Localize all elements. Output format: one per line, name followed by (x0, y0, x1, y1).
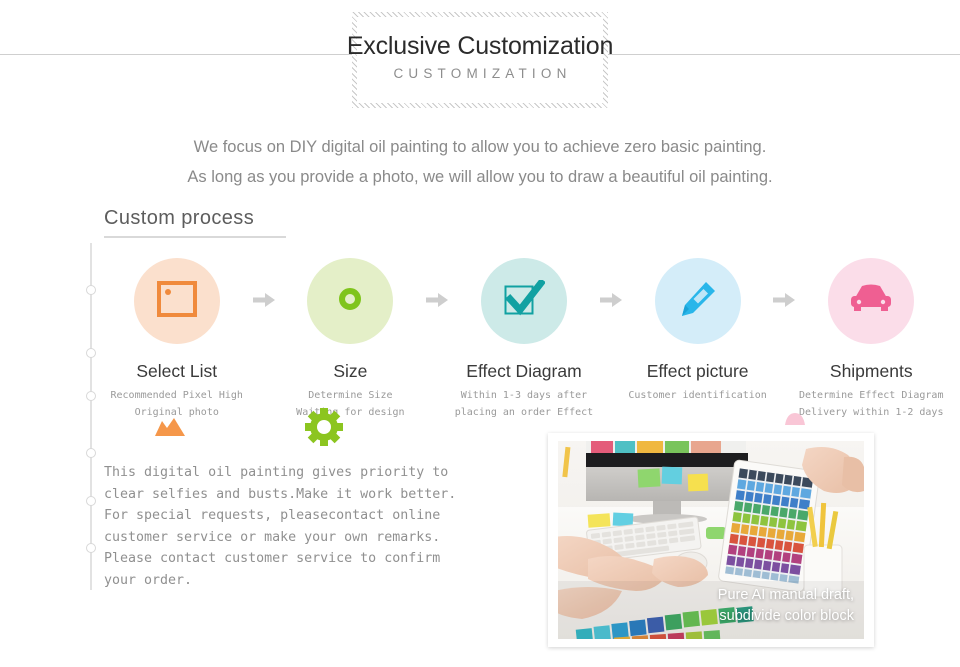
step-icon-circle (828, 258, 915, 344)
arrow-right-icon (423, 258, 451, 308)
car-icon (849, 284, 893, 319)
timeline-dot (86, 348, 96, 358)
body-line-2: clear selfies and busts.Make it work bet… (104, 486, 457, 502)
section-heading-underline (104, 236, 286, 238)
section-heading-label: Custom process (104, 207, 255, 229)
process-timeline-line (86, 243, 96, 590)
photo-card: Pure AI manual draft, subdivide color bl… (548, 433, 874, 647)
gear-decoration-icon (305, 408, 343, 451)
banner-rule-left (0, 54, 352, 55)
mountain-decoration-icon (155, 418, 185, 441)
process-step-effect-diagram: Effect Diagram Within 1-3 days after pla… (451, 258, 596, 421)
timeline-dot (86, 391, 96, 401)
body-line-4: customer service or make your own remark… (104, 529, 441, 545)
banner-rule-right (608, 54, 960, 55)
step-title: Effect picture (646, 361, 749, 381)
intro-paragraph: We focus on DIY digital oil painting to … (0, 132, 960, 192)
timeline-dot (86, 496, 96, 506)
step-title: Size (333, 361, 368, 381)
photo-caption-line-2: subdivide color block (719, 608, 854, 624)
checkbox-icon (503, 277, 546, 323)
process-steps: Select List Recommended Pixel High Origi… (104, 258, 944, 421)
timeline-dot (86, 448, 96, 458)
step-icon-circle (654, 258, 741, 344)
step-caption-line-2: placing an order Effect (454, 407, 594, 418)
body-copy: This digital oil painting gives priority… (104, 462, 524, 591)
step-icon-circle (307, 258, 394, 344)
step-caption-line-1: Determine Size (308, 390, 393, 401)
body-line-6: your order. (104, 572, 193, 588)
intro-line-1: We focus on DIY digital oil painting to … (193, 138, 767, 156)
step-caption-line-2: Waiting for design (296, 407, 405, 418)
desk-photo: Pure AI manual draft, subdivide color bl… (558, 441, 864, 639)
section-heading: Custom process (104, 202, 286, 238)
process-step-shipments: Shipments Determine Effect Diagram Deliv… (799, 258, 944, 421)
arrow-right-icon (597, 258, 625, 308)
process-step-select-list: Select List Recommended Pixel High Origi… (104, 258, 249, 421)
timeline-dot (86, 285, 96, 295)
process-step-effect-picture: Effect picture Customer identification (625, 258, 770, 404)
step-title: Select List (136, 361, 218, 381)
pencil-icon (679, 280, 717, 323)
step-icon-circle (133, 258, 220, 344)
body-line-3: For special requests, pleasecontact onli… (104, 508, 441, 523)
step-title: Shipments (829, 361, 913, 381)
step-title: Effect Diagram (466, 361, 582, 381)
photo-caption-line-1: Pure AI manual draft, (717, 587, 854, 603)
page-title: Exclusive Customization (346, 32, 614, 60)
banner-hatched-frame: Exclusive Customization CUSTOMIZATION (347, 12, 613, 108)
page-banner: Exclusive Customization CUSTOMIZATION (0, 0, 960, 118)
pink-blob-decoration-icon (783, 412, 807, 430)
step-caption-line-1: Recommended Pixel High (110, 390, 243, 401)
step-caption-line-1: Determine Effect Diagram (798, 390, 944, 401)
ring-icon (337, 286, 363, 317)
step-caption-line-1: Within 1-3 days after (460, 390, 588, 401)
body-line-1: This digital oil painting gives priority… (104, 465, 449, 480)
step-icon-circle (480, 258, 567, 344)
step-caption-line-1: Customer identification (628, 390, 767, 401)
page-subtitle: CUSTOMIZATION (393, 66, 572, 81)
photo-caption: Pure AI manual draft, subdivide color bl… (718, 585, 854, 627)
step-caption-line-2: Delivery within 1-2 days (798, 407, 944, 418)
arrow-right-icon (770, 258, 798, 308)
intro-line-2: As long as you provide a photo, we will … (187, 168, 773, 186)
picture-icon (156, 280, 197, 322)
timeline-dot (86, 543, 96, 553)
process-step-size: Size Determine Size Waiting for design (278, 258, 423, 421)
body-line-5: Please contact customer service to confi… (104, 551, 441, 566)
arrow-right-icon (249, 258, 277, 308)
